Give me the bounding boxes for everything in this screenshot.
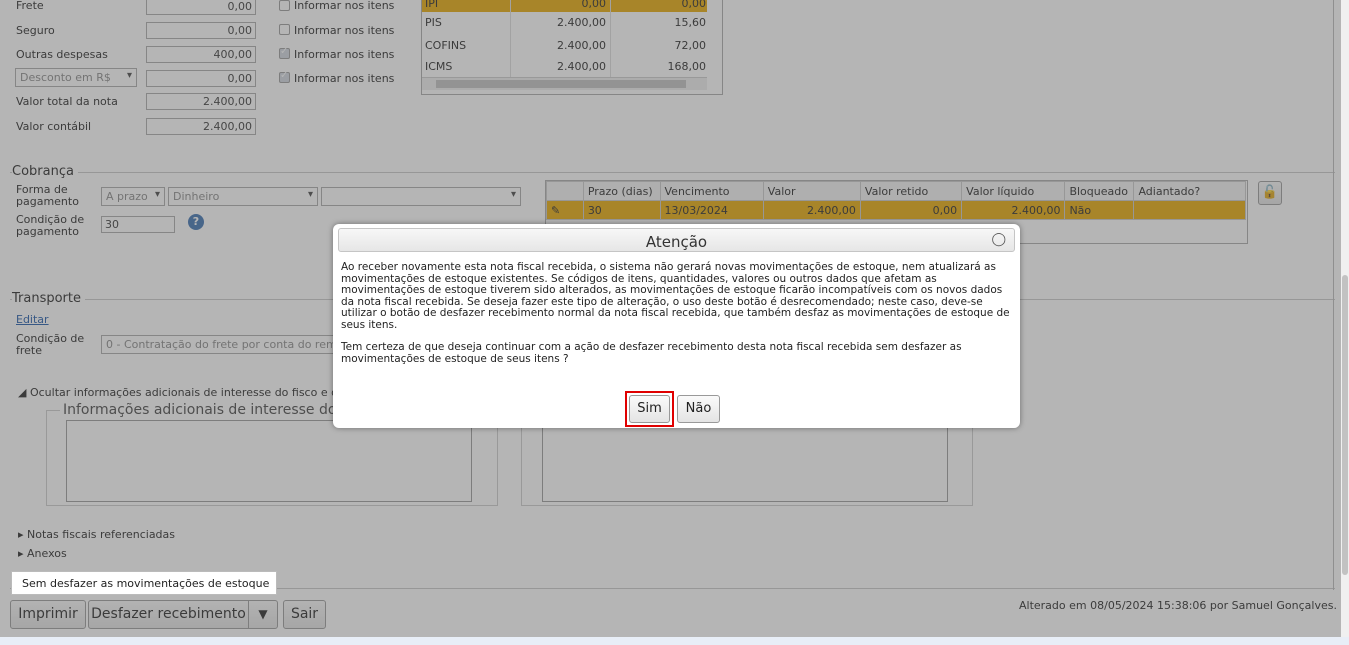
sem-desfazer-menu-item[interactable]: Sem desfazer as movimentações de estoque: [22, 577, 269, 590]
dialog-paragraph-1: Ao receber novamente esta nota fiscal re…: [341, 261, 1010, 331]
sim-button[interactable]: Sim: [629, 395, 670, 423]
taskbar: [0, 637, 1349, 645]
dialog-paragraph-2: Tem certeza de que deseja continuar com …: [341, 341, 962, 365]
dialog-body: Ao receber novamente esta nota fiscal re…: [341, 261, 1015, 365]
dialog-title: Atenção: [645, 233, 708, 251]
page-scrollbar-thumb[interactable]: [1342, 275, 1348, 575]
atencao-dialog: Atenção ◯ Ao receber novamente esta nota…: [333, 224, 1020, 428]
comment-icon[interactable]: ◯: [991, 232, 1006, 247]
desfazer-dropdown-menu: Sem desfazer as movimentações de estoque: [11, 571, 277, 595]
nao-button[interactable]: Não: [677, 395, 720, 423]
dialog-titlebar: Atenção ◯: [338, 228, 1015, 252]
